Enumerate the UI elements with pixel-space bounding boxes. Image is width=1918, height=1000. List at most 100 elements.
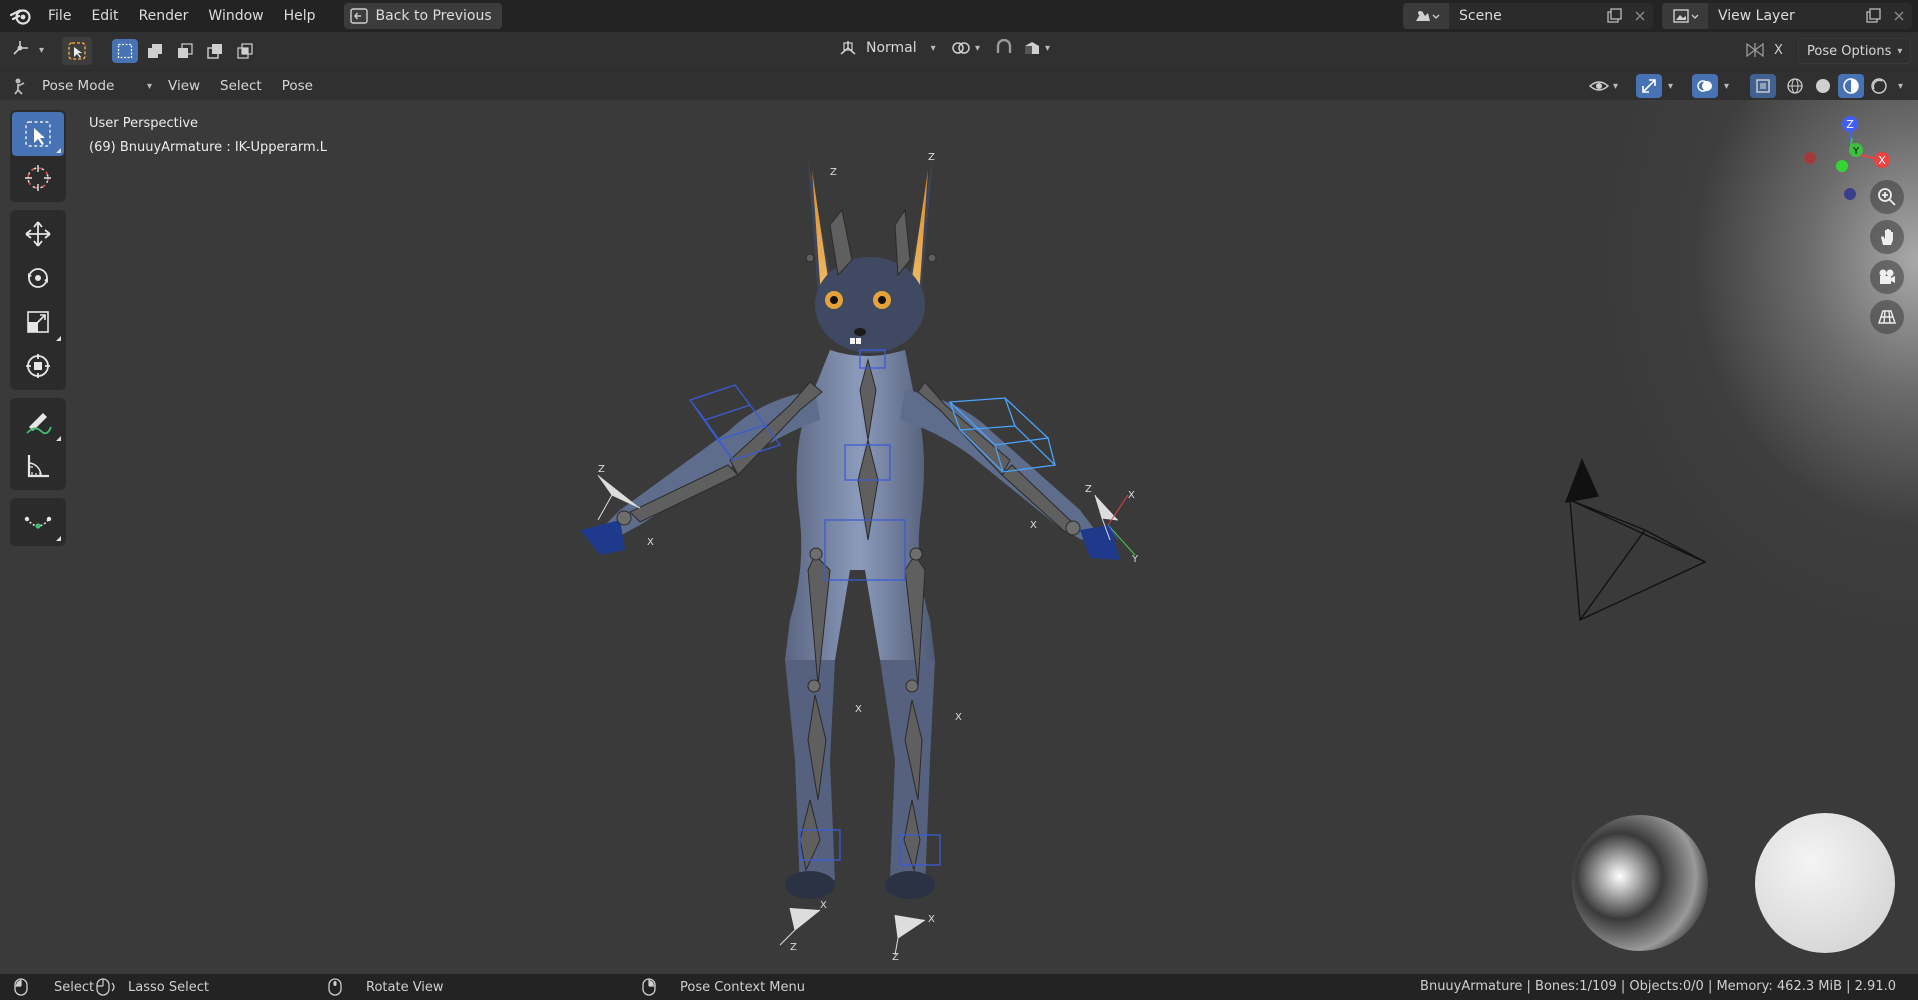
object-visibility-dropdown[interactable]: ▾ [1588,74,1618,98]
menu-render[interactable]: Render [129,0,199,32]
status-select: Select [14,978,94,996]
svg-text:Y: Y [1131,554,1139,565]
hdri-preview-spheres [1572,813,1895,953]
svg-text:Z: Z [1085,484,1092,495]
magnet-icon [996,39,1012,53]
status-rotate: Rotate View [328,978,444,996]
mouse-drag-icon [96,978,115,996]
pose-options-label: Pose Options [1807,43,1892,59]
view-layer-selector[interactable]: View Layer [1662,3,1912,29]
svg-text:X: X [1030,520,1037,531]
svg-text:Z: Z [830,167,837,178]
pose-options-dropdown[interactable]: Pose Options ▾ [1798,38,1912,64]
svg-text:Z: Z [928,152,935,163]
gizmo-dropdown-icon[interactable]: ▾ [1668,81,1673,92]
overlays-dropdown-icon[interactable]: ▾ [1724,81,1729,92]
bunny-mesh [580,160,1120,899]
scene-icon[interactable] [1403,3,1449,29]
select-mode-set-icon[interactable] [112,39,138,63]
camera-object[interactable] [1564,458,1707,622]
xray-toggle-icon[interactable] [1750,74,1776,98]
character-armature[interactable]: X Y X Z X Z X Z X Z X X Z Z [0,100,1918,974]
svg-text:X: X [955,712,962,723]
svg-text:X: X [855,704,862,715]
new-scene-icon[interactable] [1601,8,1627,24]
transform-orientation-dropdown[interactable]: Normal ▾ [838,39,936,57]
gizmo-toggle-icon[interactable] [1636,74,1662,98]
status-context: Pose Context Menu [642,978,805,996]
gizmo-neg-z-icon[interactable] [1844,188,1856,200]
scene-selector[interactable]: Scene [1403,3,1653,29]
svg-text:X: X [1878,154,1886,167]
svg-text:X: X [1128,490,1135,501]
svg-text:Z: Z [790,942,797,953]
scene-name[interactable]: Scene [1449,8,1601,24]
orientation-icon [840,41,856,55]
select-mode-intersect-icon[interactable] [232,39,258,63]
delete-scene-icon[interactable] [1627,10,1653,22]
mode-header: Pose Mode ▾ View Select Pose ▾ ▾ ▾ ▾ [0,70,1918,100]
svg-text:Y: Y [1852,146,1860,157]
mode-dropdown[interactable]: Pose Mode ▾ [12,74,152,98]
menu-select[interactable]: Select [220,78,262,94]
pose-mode-icon [14,78,25,95]
eye-icon [1588,81,1610,91]
camera-view-icon[interactable] [1870,260,1904,294]
active-tool-select-icon[interactable] [62,37,92,65]
scene-statistics: BnuuyArmature | Bones:1/109 | Objects:0/… [1420,979,1896,994]
view-layer-name[interactable]: View Layer [1708,8,1860,24]
menu-file[interactable]: File [38,0,81,32]
ortho-toggle-icon[interactable] [1870,300,1904,334]
menu-view[interactable]: View [168,78,200,94]
overlays-toggle-icon[interactable] [1692,74,1718,98]
orientation-value: Normal [866,40,917,56]
delete-view-layer-icon[interactable] [1886,10,1912,22]
x-mirror-label: X [1774,42,1783,58]
svg-text:Z: Z [1846,118,1854,131]
back-icon [349,8,368,24]
tool-header: ▾ Normal ▾ ▾ ▾ X Pose Options ▾ [0,32,1918,70]
shading-solid-icon[interactable] [1810,74,1836,98]
butterfly-icon [1746,42,1764,58]
gizmo-neg-y-icon[interactable] [1836,160,1848,172]
view-layer-icon[interactable] [1662,3,1708,29]
select-mode-difference-icon[interactable] [202,39,228,63]
3d-viewport[interactable]: User Perspective (69) BnuuyArmature : IK… [0,100,1918,974]
shading-material-icon[interactable] [1838,74,1864,98]
status-lasso: Lasso Select [96,978,209,996]
menu-edit[interactable]: Edit [81,0,128,32]
gizmo-neg-x-icon[interactable] [1804,152,1816,164]
mouse-middle-icon [328,978,342,996]
new-view-layer-icon[interactable] [1860,8,1886,24]
menu-window[interactable]: Window [198,0,273,32]
3d-viewport-icon [13,41,28,55]
pan-view-icon[interactable] [1870,220,1904,254]
back-to-previous-button[interactable]: Back to Previous [343,3,502,29]
shading-dropdown-icon[interactable]: ▾ [1898,81,1903,92]
pivot-icon [952,42,970,54]
snap-increment-icon [1025,42,1039,54]
snap-target-dropdown[interactable]: ▾ [1022,39,1050,57]
mouse-left-icon [14,978,28,996]
svg-text:Z: Z [598,464,605,475]
select-mode-subtract-icon[interactable] [172,39,198,63]
shading-wireframe-icon[interactable] [1782,74,1808,98]
menu-help[interactable]: Help [274,0,326,32]
mouse-right-icon [642,978,656,996]
svg-text:Z: Z [892,952,899,963]
mode-label: Pose Mode [42,78,115,94]
status-bar: Select Lasso Select Rotate View Pose Con… [0,974,1918,1000]
svg-text:X: X [928,914,935,925]
blender-logo-icon[interactable] [8,3,34,29]
pivot-point-dropdown[interactable]: ▾ [950,39,980,57]
menu-pose[interactable]: Pose [282,78,313,94]
shading-rendered-icon[interactable] [1866,74,1892,98]
snap-toggle[interactable] [994,39,1014,57]
select-mode-extend-icon[interactable] [142,39,168,63]
svg-text:X: X [820,900,827,911]
x-mirror-toggle[interactable]: X [1744,40,1783,60]
back-to-previous-label: Back to Previous [375,8,492,24]
svg-text:X: X [647,537,654,548]
editor-type-selector[interactable]: ▾ [10,38,44,62]
zoom-view-icon[interactable] [1870,180,1904,214]
